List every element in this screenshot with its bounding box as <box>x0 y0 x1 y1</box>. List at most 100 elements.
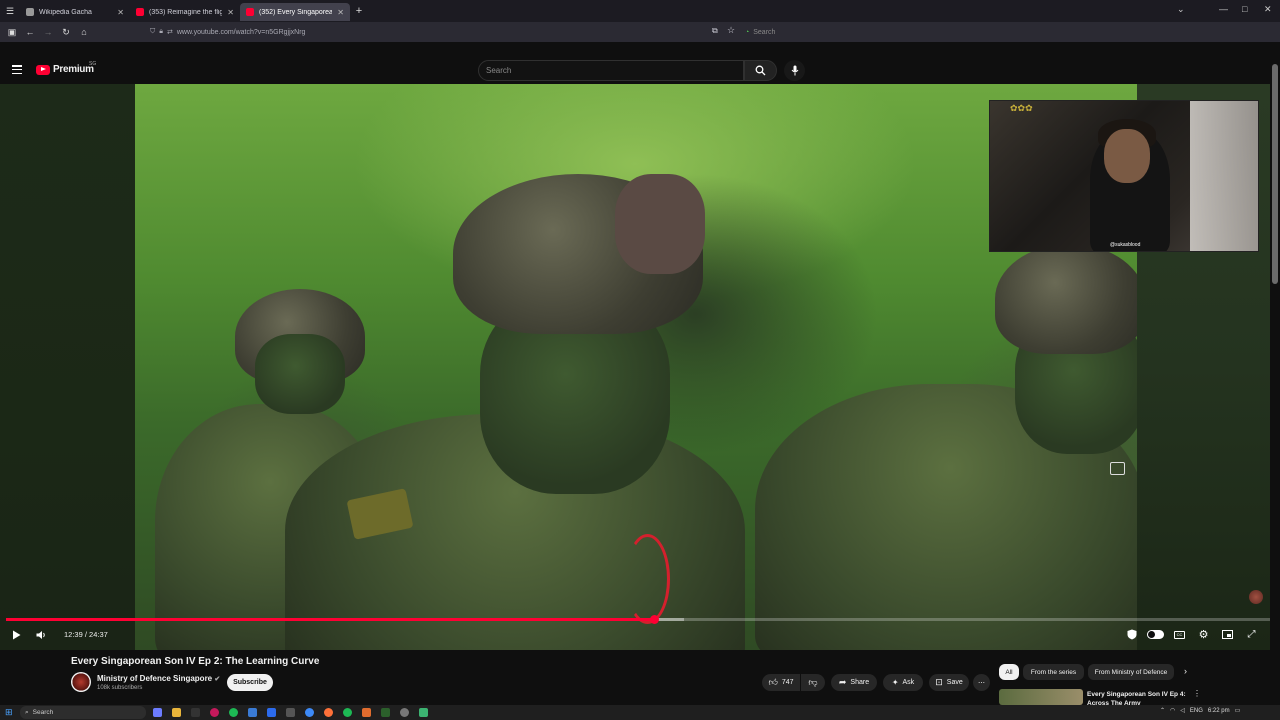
file-explorer-app-icon[interactable] <box>172 708 181 717</box>
notifications-icon[interactable]: ▭ <box>1235 707 1241 714</box>
ask-button[interactable]: ✦ Ask <box>883 674 923 691</box>
spotify-app-icon[interactable] <box>343 708 352 717</box>
reload-icon[interactable]: ↻ <box>57 27 75 38</box>
search-icon: ⌕ <box>25 708 29 716</box>
app-icon[interactable] <box>248 708 257 717</box>
windows-start-icon[interactable]: ⊞ <box>5 707 13 718</box>
channel-name[interactable]: Ministry of Defence Singapore ✔ <box>97 674 220 683</box>
app-icon[interactable] <box>400 708 409 717</box>
sponsorblock-button[interactable] <box>1125 628 1138 641</box>
screenshot-icon[interactable]: ⧉ <box>712 26 718 36</box>
subscribe-button[interactable]: Subscribe <box>227 674 273 691</box>
played-bar <box>6 618 655 621</box>
app-icon[interactable] <box>191 708 200 717</box>
browser-tab-bar: ☰ Wikipedia Gacha ✕ (353) Reimagine the … <box>0 0 1280 22</box>
new-tab-icon[interactable]: + <box>350 5 368 17</box>
close-window-icon[interactable]: ✕ <box>1264 4 1272 15</box>
chip-all[interactable]: All <box>999 664 1019 680</box>
dislike-button[interactable]: 👎︎ <box>801 674 825 691</box>
close-tab-icon[interactable]: ✕ <box>337 8 344 17</box>
voice-search-button[interactable] <box>784 60 805 81</box>
app-icon[interactable] <box>362 708 371 717</box>
app-icon[interactable] <box>286 708 295 717</box>
forward-icon[interactable]: → <box>39 27 57 37</box>
progress-bar[interactable] <box>6 615 1274 624</box>
search-button[interactable] <box>744 60 777 81</box>
tab-overflow-icon[interactable]: ⌄ <box>1177 4 1185 15</box>
chevron-up-icon[interactable]: ⌃ <box>1160 707 1165 714</box>
channel-watermark-icon[interactable] <box>1249 590 1263 604</box>
search-input[interactable]: Search <box>478 60 744 81</box>
webcam-overlay: ✿✿✿ @sukasblood <box>989 100 1259 252</box>
play-button[interactable] <box>10 628 22 641</box>
drawn-annotation <box>625 534 670 624</box>
address-bar[interactable]: ⛉ 🔒︎ ⇄ www.youtube.com/watch?v=n5GRgjjxN… <box>150 25 760 39</box>
video-frame[interactable] <box>135 84 1137 650</box>
more-horizontal-icon: ⋯ <box>978 679 985 687</box>
app-icon[interactable] <box>381 708 390 717</box>
app-icon[interactable] <box>419 708 428 717</box>
permissions-icon: ⇄ <box>166 29 173 36</box>
like-button[interactable]: 👍︎ 747 <box>762 674 800 691</box>
close-tab-icon[interactable]: ✕ <box>227 8 234 17</box>
copilot-app-icon[interactable] <box>153 708 162 717</box>
maximize-icon[interactable]: □ <box>1242 4 1247 14</box>
bookmark-star-icon[interactable]: ☆ <box>727 25 735 36</box>
recommendation-menu-icon[interactable]: ⋮ <box>1193 689 1201 698</box>
minimize-icon[interactable]: — <box>1219 4 1228 14</box>
channel-avatar[interactable] <box>71 672 91 692</box>
miniplayer-button[interactable] <box>1221 628 1234 641</box>
browser-tab-3-active[interactable]: (352) Every Singaporean So ✕ <box>240 3 350 21</box>
bookmark-icon: ⊡ <box>935 677 943 687</box>
autoplay-toggle[interactable] <box>1146 628 1164 641</box>
fullscreen-button[interactable]: ⤢ <box>1245 628 1258 641</box>
menu-icon[interactable] <box>12 65 22 75</box>
app-icon[interactable] <box>267 708 276 717</box>
subtitles-button[interactable]: CC <box>1173 628 1186 641</box>
scrubber-handle[interactable] <box>650 615 660 624</box>
browser-tab-2[interactable]: (353) Reimagine the flight : ✕ <box>130 3 240 21</box>
sidebar-toggle-icon[interactable]: ▣ <box>3 27 21 38</box>
chip-from-series[interactable]: From the series <box>1023 664 1084 680</box>
logo-wordmark: Premium <box>53 64 94 75</box>
shield-icon: ⛉ <box>150 28 156 35</box>
home-icon[interactable]: ⌂ <box>75 27 93 37</box>
youtube-header: Premium SG Search <box>0 56 1280 84</box>
miniplayer-expand-icon[interactable] <box>1110 462 1125 475</box>
browser-tab-1[interactable]: Wikipedia Gacha ✕ <box>20 3 130 21</box>
wifi-icon[interactable]: ◠ <box>1170 707 1175 714</box>
youtube-play-logo-icon <box>36 64 50 75</box>
verified-icon: ✔ <box>214 676 221 683</box>
recommendation-title[interactable]: Every Singaporean Son IV Ep 4: Across Th… <box>1087 690 1187 706</box>
clock[interactable]: 6:22 pm <box>1208 708 1230 714</box>
language-indicator[interactable]: ENG <box>1190 708 1203 714</box>
chip-from-channel[interactable]: From Ministry of Defence <box>1088 664 1174 680</box>
spotify-app-icon[interactable] <box>229 708 238 717</box>
app-icon[interactable] <box>210 708 219 717</box>
browser-search-field[interactable]: ◔ Search <box>745 25 985 39</box>
share-button[interactable]: ➦ Share <box>831 674 877 691</box>
page-scrollbar[interactable] <box>1270 56 1280 705</box>
tab-list-icon[interactable]: ☰ <box>0 6 20 17</box>
firefox-app-icon[interactable] <box>324 708 333 717</box>
search-placeholder: Search <box>486 66 512 75</box>
save-button[interactable]: ⊡ Save <box>929 674 969 691</box>
recommendation-thumbnail[interactable] <box>999 689 1083 705</box>
mute-button[interactable] <box>35 628 47 641</box>
settings-button[interactable]: ⚙ <box>1197 628 1210 641</box>
duration: 24:37 <box>89 630 108 639</box>
video-player[interactable]: ✿✿✿ @sukasblood 12:39 / 24:37 CC ⚙ ⤢ <box>0 84 1280 650</box>
chevron-right-icon[interactable]: › <box>1184 666 1187 676</box>
app-icon[interactable] <box>305 708 314 717</box>
thumbs-down-icon: 👎︎ <box>808 677 818 687</box>
back-icon[interactable]: ← <box>21 27 39 37</box>
close-tab-icon[interactable]: ✕ <box>117 8 124 17</box>
lock-icon: 🔒︎ <box>159 28 163 35</box>
more-actions-button[interactable]: ⋯ <box>973 674 990 691</box>
player-ambient-left <box>0 84 135 650</box>
youtube-logo[interactable]: Premium SG <box>36 61 96 75</box>
taskbar-search-input[interactable]: ⌕ Search <box>20 706 146 719</box>
scrollbar-thumb[interactable] <box>1272 64 1278 284</box>
speaker-icon[interactable]: ◁ <box>1180 707 1185 714</box>
current-time: 12:39 <box>64 630 83 639</box>
